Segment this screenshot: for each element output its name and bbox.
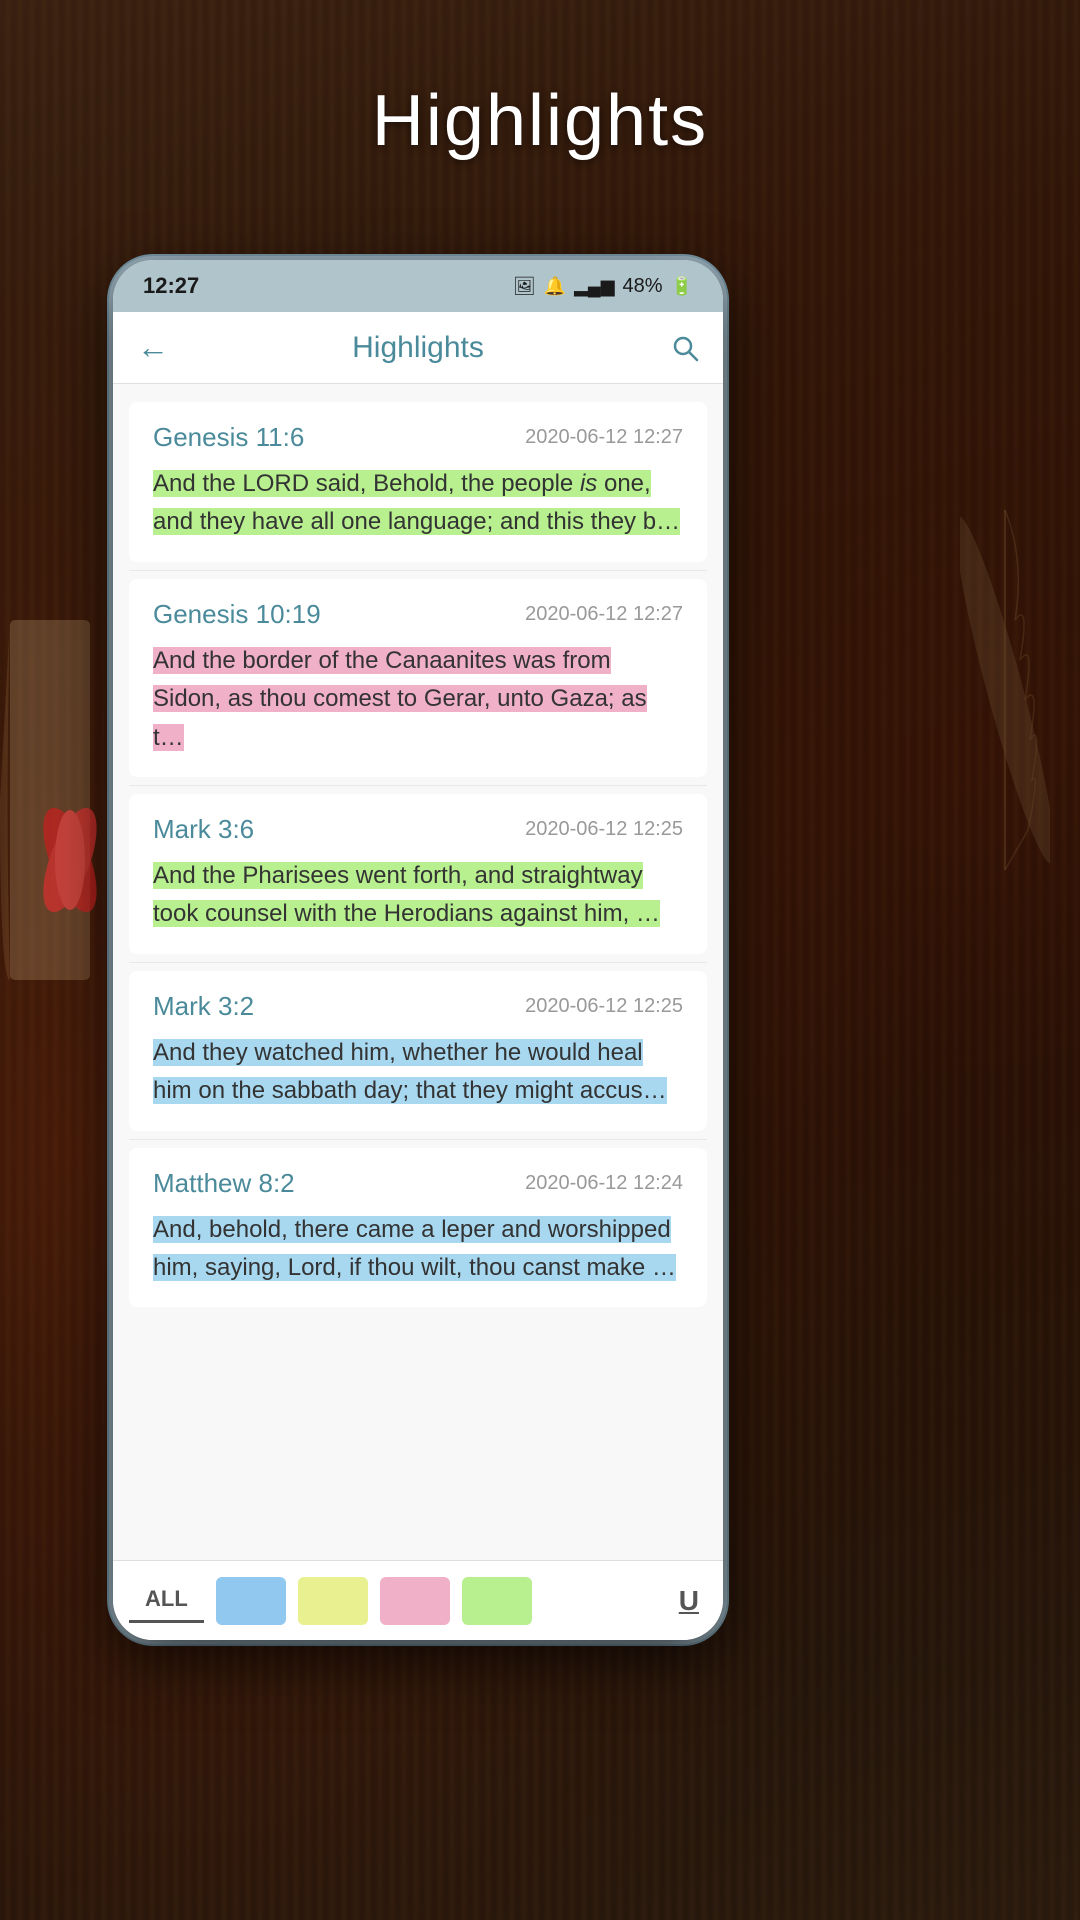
tab-color-blue[interactable] xyxy=(216,1577,286,1625)
highlight-card-genesis-10-19[interactable]: Genesis 10:19 2020-06-12 12:27 And the b… xyxy=(129,579,707,777)
card-text: And the border of the Canaanites was fro… xyxy=(153,642,683,757)
tab-color-yellow[interactable] xyxy=(298,1577,368,1625)
flower-decoration xyxy=(30,800,110,920)
status-time: 12:27 xyxy=(143,273,199,299)
card-date: 2020-06-12 12:27 xyxy=(525,603,683,626)
card-reference[interactable]: Mark 3:2 xyxy=(153,991,254,1022)
highlight-card-mark-3-2[interactable]: Mark 3:2 2020-06-12 12:25 And they watch… xyxy=(129,971,707,1131)
card-header: Genesis 11:6 2020-06-12 12:27 xyxy=(153,422,683,453)
tab-color-pink[interactable] xyxy=(380,1577,450,1625)
card-reference[interactable]: Matthew 8:2 xyxy=(153,1168,295,1199)
card-reference[interactable]: Mark 3:6 xyxy=(153,814,254,845)
back-button[interactable]: ← xyxy=(137,329,181,366)
highlighted-text: And, behold, there came a leper and wors… xyxy=(153,1216,676,1281)
highlighted-text: And the Pharisees went forth, and straig… xyxy=(153,862,660,927)
phone-frame: 12:27 🖼 🔔 ▂▄▆ 48% 🔋 ← Highlights Genesis… xyxy=(113,260,723,1640)
card-text: And, behold, there came a leper and wors… xyxy=(153,1211,683,1288)
bottom-bar: ALL U xyxy=(113,1560,723,1640)
card-date: 2020-06-12 12:25 xyxy=(525,818,683,841)
highlighted-text: And the LORD said, Behold, the people is… xyxy=(153,470,680,535)
divider xyxy=(129,570,707,571)
card-text: And the Pharisees went forth, and straig… xyxy=(153,857,683,934)
scroll-area[interactable]: Genesis 11:6 2020-06-12 12:27 And the LO… xyxy=(113,384,723,1560)
highlight-card-genesis-11-6[interactable]: Genesis 11:6 2020-06-12 12:27 And the LO… xyxy=(129,402,707,562)
highlighted-text: And the border of the Canaanites was fro… xyxy=(153,647,647,751)
card-header: Genesis 10:19 2020-06-12 12:27 xyxy=(153,599,683,630)
search-button[interactable] xyxy=(655,334,699,362)
photo-icon: 🖼 xyxy=(513,276,536,297)
divider xyxy=(129,962,707,963)
signal-icon: ▂▄▆ xyxy=(574,276,614,297)
card-text: And the LORD said, Behold, the people is… xyxy=(153,465,683,542)
card-header: Mark 3:6 2020-06-12 12:25 xyxy=(153,814,683,845)
divider xyxy=(129,1139,707,1140)
card-date: 2020-06-12 12:27 xyxy=(525,426,683,449)
status-icons: 🖼 🔔 ▂▄▆ 48% 🔋 xyxy=(513,275,693,298)
battery-indicator: 48% xyxy=(623,275,663,298)
card-date: 2020-06-12 12:25 xyxy=(525,995,683,1018)
highlighted-text: And they watched him, whether he would h… xyxy=(153,1039,667,1104)
card-date: 2020-06-12 12:24 xyxy=(525,1172,683,1195)
card-header: Matthew 8:2 2020-06-12 12:24 xyxy=(153,1168,683,1199)
app-header: ← Highlights xyxy=(113,312,723,384)
divider xyxy=(129,785,707,786)
highlight-card-mark-3-6[interactable]: Mark 3:6 2020-06-12 12:25 And the Pharis… xyxy=(129,794,707,954)
card-text: And they watched him, whether he would h… xyxy=(153,1034,683,1111)
notification-icon: 🔔 xyxy=(544,276,566,297)
highlight-card-matthew-8-2[interactable]: Matthew 8:2 2020-06-12 12:24 And, behold… xyxy=(129,1148,707,1308)
header-title: Highlights xyxy=(352,331,484,365)
tab-color-green[interactable] xyxy=(462,1577,532,1625)
card-header: Mark 3:2 2020-06-12 12:25 xyxy=(153,991,683,1022)
card-reference[interactable]: Genesis 10:19 xyxy=(153,599,321,630)
card-reference[interactable]: Genesis 11:6 xyxy=(153,422,304,453)
tab-underline[interactable]: U xyxy=(671,1577,707,1625)
feather-decoration xyxy=(960,500,1050,880)
status-bar: 12:27 🖼 🔔 ▂▄▆ 48% 🔋 xyxy=(113,260,723,312)
page-title: Highlights xyxy=(0,80,1080,162)
tab-all[interactable]: ALL xyxy=(129,1578,204,1623)
battery-icon: 🔋 xyxy=(671,276,693,297)
